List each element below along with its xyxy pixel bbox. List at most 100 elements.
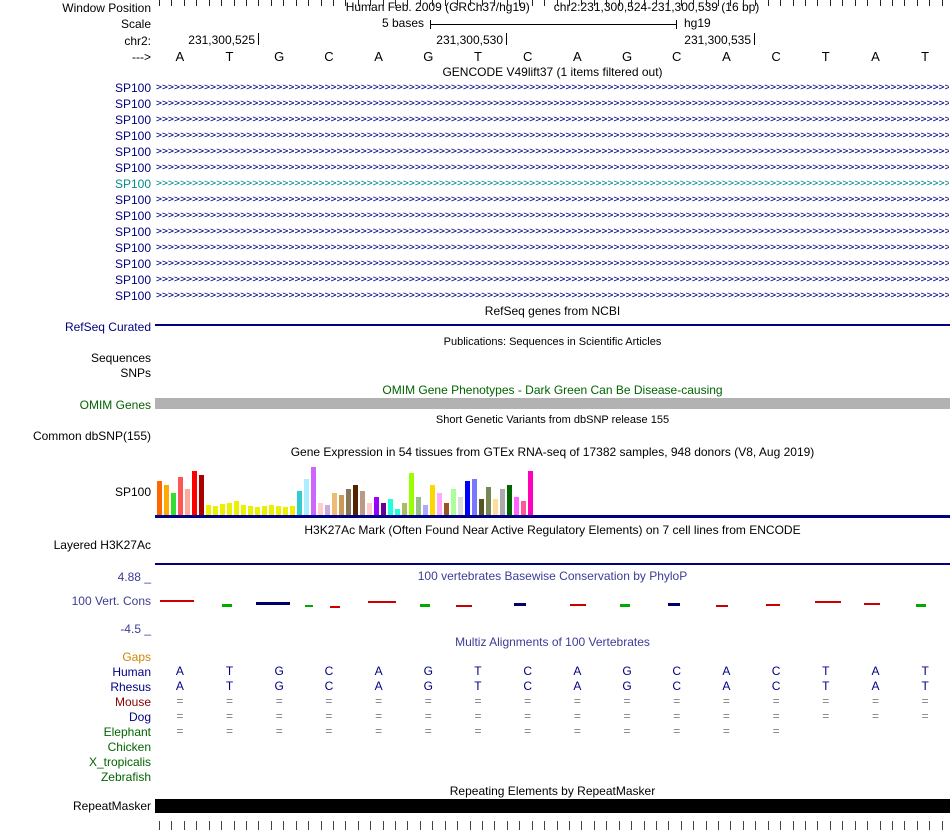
- gtex-expression-bar[interactable]: [465, 481, 470, 515]
- gene-label[interactable]: SP100: [0, 273, 151, 287]
- repeatmasker-bar[interactable]: [155, 799, 950, 813]
- ruler-tick[interactable]: [208, 0, 210, 6]
- gene-arrow-line[interactable]: >>>>>>>>>>>>>>>>>>>>>>>>>>>>>>>>>>>>>>>>…: [156, 289, 949, 302]
- ruler-tick[interactable]: [742, 0, 744, 6]
- ruler-tick[interactable]: [581, 0, 583, 6]
- gtex-expression-bar[interactable]: [206, 505, 211, 515]
- ruler-tick[interactable]: [929, 0, 931, 6]
- species-label-elephant[interactable]: Elephant: [0, 725, 151, 739]
- gtex-expression-bar[interactable]: [339, 495, 344, 515]
- ruler-tick[interactable]: [718, 0, 719, 6]
- ruler-tick[interactable]: [345, 0, 347, 6]
- gtex-expression-bar[interactable]: [493, 499, 498, 515]
- omim-track-title[interactable]: OMIM Gene Phenotypes - Dark Green Can Be…: [155, 384, 950, 397]
- dbsnp-track-title[interactable]: Short Genetic Variants from dbSNP releas…: [155, 414, 950, 427]
- ruler-tick[interactable]: [308, 0, 310, 6]
- gene-arrow-line[interactable]: >>>>>>>>>>>>>>>>>>>>>>>>>>>>>>>>>>>>>>>>…: [156, 113, 949, 126]
- gtex-expression-bar[interactable]: [458, 497, 463, 515]
- gtex-gene-label[interactable]: SP100: [0, 485, 151, 499]
- ruler-tick[interactable]: [730, 0, 732, 6]
- ruler-tick[interactable]: [183, 0, 185, 6]
- gene-arrow-line[interactable]: >>>>>>>>>>>>>>>>>>>>>>>>>>>>>>>>>>>>>>>>…: [156, 145, 949, 158]
- gtex-expression-bar[interactable]: [213, 506, 218, 515]
- h3k27ac-track-line[interactable]: [155, 563, 950, 565]
- publications-track-title[interactable]: Publications: Sequences in Scientific Ar…: [155, 336, 950, 349]
- ruler-tick[interactable]: [258, 0, 260, 6]
- ruler-tick[interactable]: [668, 0, 670, 6]
- gene-label[interactable]: SP100: [0, 145, 151, 159]
- gene-arrow-line[interactable]: >>>>>>>>>>>>>>>>>>>>>>>>>>>>>>>>>>>>>>>>…: [156, 241, 949, 254]
- ruler-tick[interactable]: [593, 0, 595, 6]
- gene-arrow-line[interactable]: >>>>>>>>>>>>>>>>>>>>>>>>>>>>>>>>>>>>>>>>…: [156, 161, 949, 174]
- gtex-expression-bar[interactable]: [248, 506, 253, 515]
- gtex-expression-bar[interactable]: [157, 481, 162, 515]
- gtex-expression-bar[interactable]: [171, 493, 176, 515]
- gtex-expression-bar[interactable]: [367, 503, 372, 515]
- ruler-tick[interactable]: [891, 0, 893, 6]
- gene-arrow-line[interactable]: >>>>>>>>>>>>>>>>>>>>>>>>>>>>>>>>>>>>>>>>…: [156, 209, 949, 222]
- gtex-expression-bar[interactable]: [283, 507, 288, 515]
- ruler-tick[interactable]: [221, 0, 223, 6]
- gene-arrow-line[interactable]: >>>>>>>>>>>>>>>>>>>>>>>>>>>>>>>>>>>>>>>>…: [156, 81, 949, 94]
- species-label-human[interactable]: Human: [0, 665, 151, 679]
- ruler-tick[interactable]: [283, 0, 285, 6]
- gene-arrow-line[interactable]: >>>>>>>>>>>>>>>>>>>>>>>>>>>>>>>>>>>>>>>>…: [156, 273, 949, 286]
- gene-label[interactable]: SP100: [0, 225, 151, 239]
- gtex-expression-bar[interactable]: [360, 491, 365, 515]
- gtex-expression-bar[interactable]: [276, 506, 281, 515]
- ruler-tick[interactable]: [320, 0, 322, 6]
- gtex-expression-bar[interactable]: [430, 485, 435, 515]
- gtex-expression-bar[interactable]: [479, 499, 484, 515]
- gene-arrow-line[interactable]: >>>>>>>>>>>>>>>>>>>>>>>>>>>>>>>>>>>>>>>>…: [156, 129, 949, 142]
- gene-label[interactable]: SP100: [0, 193, 151, 207]
- ruler-tick[interactable]: [494, 0, 496, 6]
- ruler-tick[interactable]: [469, 0, 471, 6]
- refseq-track-line[interactable]: [155, 324, 950, 326]
- gtex-expression-bar[interactable]: [185, 489, 190, 515]
- gene-label[interactable]: SP100: [0, 177, 151, 191]
- gene-label[interactable]: SP100: [0, 289, 151, 303]
- ruler-tick[interactable]: [457, 0, 459, 6]
- gtex-expression-bar[interactable]: [416, 497, 421, 515]
- ruler-tick[interactable]: [432, 0, 434, 6]
- gtex-expression-bar[interactable]: [325, 505, 330, 515]
- gtex-expression-bar[interactable]: [304, 479, 309, 515]
- gtex-expression-bar[interactable]: [269, 505, 274, 515]
- ruler-tick[interactable]: [506, 0, 508, 6]
- gtex-expression-bar[interactable]: [346, 489, 351, 515]
- gene-label[interactable]: SP100: [0, 97, 151, 111]
- gtex-expression-bar[interactable]: [311, 467, 316, 515]
- gtex-expression-bar[interactable]: [199, 475, 204, 515]
- ruler-tick[interactable]: [270, 0, 272, 6]
- species-label-dog[interactable]: Dog: [0, 710, 151, 724]
- ruler-tick[interactable]: [407, 0, 409, 6]
- gtex-track-title[interactable]: Gene Expression in 54 tissues from GTEx …: [155, 446, 950, 459]
- ruler-tick[interactable]: [357, 0, 359, 6]
- ruler-tick[interactable]: [382, 0, 384, 6]
- ruler-tick[interactable]: [804, 0, 806, 6]
- gtex-expression-bar[interactable]: [423, 505, 428, 515]
- omim-track-label[interactable]: OMIM Genes: [0, 398, 151, 412]
- ruler-tick[interactable]: [904, 0, 906, 6]
- gene-label[interactable]: SP100: [0, 129, 151, 143]
- ruler-tick[interactable]: [196, 0, 198, 6]
- gtex-expression-bar[interactable]: [402, 503, 407, 515]
- gene-arrow-line[interactable]: >>>>>>>>>>>>>>>>>>>>>>>>>>>>>>>>>>>>>>>>…: [156, 257, 949, 270]
- refseq-track-label[interactable]: RefSeq Curated: [0, 320, 151, 334]
- repeatmasker-track-label[interactable]: RepeatMasker: [0, 799, 151, 813]
- ruler-tick[interactable]: [780, 0, 782, 6]
- gene-label[interactable]: SP100: [0, 81, 151, 95]
- gene-label[interactable]: SP100: [0, 257, 151, 271]
- gtex-expression-bar[interactable]: [388, 499, 393, 515]
- gtex-expression-bar[interactable]: [500, 489, 505, 515]
- ruler-tick[interactable]: [792, 0, 794, 6]
- species-label-chicken[interactable]: Chicken: [0, 740, 151, 754]
- gene-arrow-line[interactable]: >>>>>>>>>>>>>>>>>>>>>>>>>>>>>>>>>>>>>>>>…: [156, 225, 949, 238]
- dbsnp-track-label[interactable]: Common dbSNP(155): [0, 429, 151, 443]
- gtex-expression-bar[interactable]: [437, 493, 442, 515]
- gtex-expression-bar[interactable]: [444, 503, 449, 515]
- refseq-track-title[interactable]: RefSeq genes from NCBI: [155, 305, 950, 318]
- ruler-tick[interactable]: [941, 0, 943, 6]
- gtex-expression-bar[interactable]: [297, 491, 302, 515]
- ruler-tick[interactable]: [631, 0, 632, 6]
